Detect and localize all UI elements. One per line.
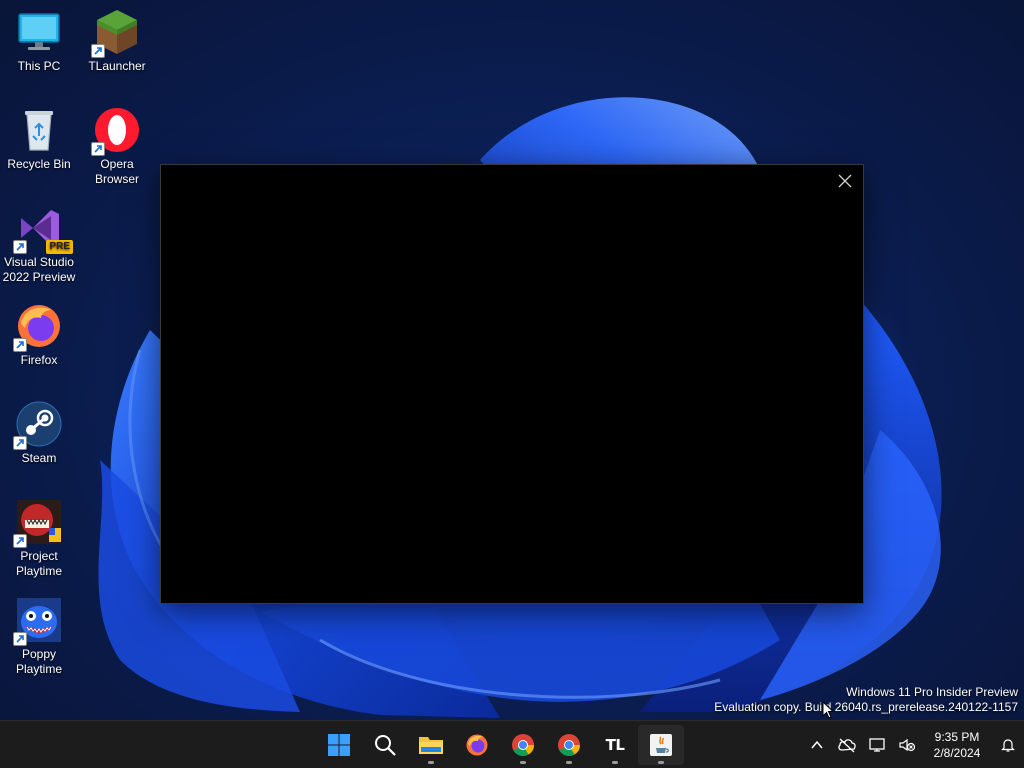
- shortcut-arrow-icon: [13, 436, 27, 450]
- tlauncher-icon: TL: [605, 736, 625, 754]
- chrome-icon: [558, 734, 580, 756]
- running-indicator: [520, 761, 526, 764]
- network-icon: [869, 738, 885, 752]
- minecraft-grass-block-icon: [91, 8, 141, 58]
- steam-icon: [13, 400, 63, 450]
- visual-studio-preview-icon: PRE: [13, 204, 73, 254]
- running-indicator: [612, 761, 618, 764]
- opera-icon: [91, 106, 141, 156]
- poppy-playtime-icon: [13, 596, 63, 646]
- desktop-icon-project-playtime[interactable]: Project Playtime: [0, 498, 78, 579]
- mouse-cursor-icon: [822, 701, 834, 719]
- close-button[interactable]: [835, 171, 855, 191]
- desktop-icon-recycle-bin[interactable]: Recycle Bin: [0, 106, 78, 172]
- desktop-icon-visual-studio-2022-preview[interactable]: PRE Visual Studio 2022 Preview: [0, 204, 78, 285]
- windows-start-icon: [328, 734, 350, 756]
- system-tray: 9:35 PM 2/8/2024: [802, 721, 1024, 768]
- close-icon: [838, 174, 852, 188]
- java-taskbar-button[interactable]: [638, 725, 684, 765]
- shortcut-arrow-icon: [91, 142, 105, 156]
- monitor-icon: [15, 8, 63, 56]
- search-icon: [375, 735, 396, 756]
- bell-icon: [1001, 739, 1015, 752]
- shortcut-arrow-icon: [13, 534, 27, 548]
- search-button[interactable]: [362, 725, 408, 765]
- taskbar: TL 9:35 PM 2/8/2024: [0, 720, 1024, 768]
- clock[interactable]: 9:35 PM 2/8/2024: [922, 729, 992, 761]
- clock-date: 2/8/2024: [933, 746, 981, 760]
- desktop-icon-label: Steam: [21, 451, 57, 465]
- chevron-up-icon: [811, 740, 823, 749]
- desktop-icon-label: Opera Browser: [94, 157, 139, 186]
- desktop-icon-label: Project Playtime: [15, 549, 62, 578]
- project-playtime-icon: [13, 498, 63, 548]
- shortcut-arrow-icon: [91, 44, 105, 58]
- chrome-taskbar-button[interactable]: [500, 725, 546, 765]
- recycle-bin-icon: [15, 106, 63, 154]
- desktop-icon-label: Visual Studio 2022 Preview: [2, 255, 76, 284]
- taskbar-apps: TL: [316, 721, 684, 768]
- desktop-icon-poppy-playtime[interactable]: Poppy Playtime: [0, 596, 78, 677]
- chrome-icon: [512, 734, 534, 756]
- volume-muted-icon: [899, 738, 916, 752]
- firefox-taskbar-button[interactable]: [454, 725, 500, 765]
- watermark-build: Evaluation copy. Build 26040.rs_prerelea…: [714, 700, 1018, 714]
- onedrive-button[interactable]: [832, 725, 862, 765]
- watermark-edition: Windows 11 Pro Insider Preview: [846, 685, 1018, 699]
- file-explorer-button[interactable]: [408, 725, 454, 765]
- desktop-icon-label: Recycle Bin: [7, 157, 71, 171]
- folder-icon: [419, 737, 443, 754]
- shortcut-arrow-icon: [13, 338, 27, 352]
- start-button[interactable]: [316, 725, 362, 765]
- shortcut-arrow-icon: [13, 240, 27, 254]
- notifications-button[interactable]: [992, 725, 1024, 765]
- firefox-icon: [13, 302, 63, 352]
- evaluation-watermark: Windows 11 Pro Insider Preview Evaluatio…: [714, 685, 1018, 715]
- running-indicator: [428, 761, 434, 764]
- preview-badge: PRE: [46, 240, 73, 254]
- volume-button[interactable]: [892, 725, 922, 765]
- desktop-icon-label: Poppy Playtime: [15, 647, 62, 676]
- tlauncher-taskbar-button[interactable]: TL: [592, 725, 638, 765]
- java-icon: [650, 734, 672, 756]
- running-indicator: [566, 761, 572, 764]
- desktop-icon-label: TLauncher: [88, 59, 146, 73]
- desktop-icon-steam[interactable]: Steam: [0, 400, 78, 466]
- desktop-icon-firefox[interactable]: Firefox: [0, 302, 78, 368]
- desktop-icon-tlauncher[interactable]: TLauncher: [78, 8, 156, 74]
- desktop-icon-opera-browser[interactable]: Opera Browser: [78, 106, 156, 187]
- black-popup-window: [160, 164, 864, 604]
- firefox-icon: [466, 734, 488, 756]
- desktop-icon-this-pc[interactable]: This PC: [0, 8, 78, 74]
- shortcut-arrow-icon: [13, 632, 27, 646]
- desktop-icon-label: Firefox: [20, 353, 58, 367]
- network-button[interactable]: [862, 725, 892, 765]
- chrome-taskbar-button-2[interactable]: [546, 725, 592, 765]
- running-indicator: [658, 761, 664, 764]
- clock-time: 9:35 PM: [934, 730, 980, 744]
- show-hidden-icons-button[interactable]: [802, 725, 832, 765]
- desktop-icon-label: This PC: [17, 59, 61, 73]
- cloud-offline-icon: [838, 738, 856, 753]
